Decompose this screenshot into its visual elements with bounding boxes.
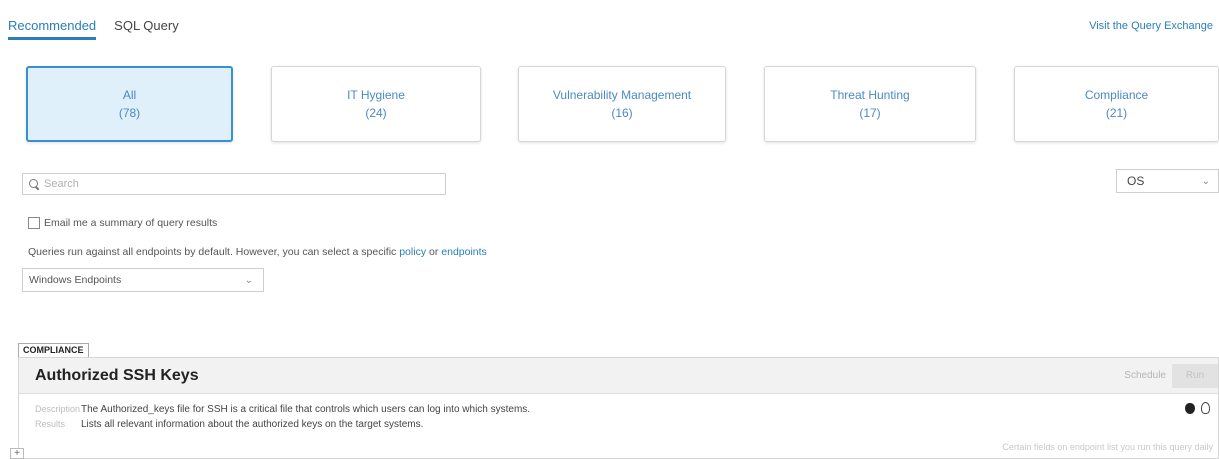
info-or: or [429,246,439,258]
endpoint-select-value: Windows Endpoints [29,274,122,286]
policy-link[interactable]: policy [399,246,426,258]
chevron-down-icon: ⌄ [244,274,253,286]
query-category-badge: COMPLIANCE [18,343,89,357]
platform-icons [1185,402,1210,414]
category-name: Vulnerability Management [552,88,692,102]
results-text: Lists all relevant information about the… [81,419,424,430]
category-count: (78) [118,106,141,120]
tab-sql-query[interactable]: SQL Query [114,18,179,40]
query-card-body: Description The Authorized_keys file for… [19,394,1218,440]
description-text: The Authorized_keys file for SSH is a cr… [81,404,531,415]
linux-icon [1201,402,1210,414]
query-title: Authorized SSH Keys [35,366,199,384]
query-card-header: Authorized SSH Keys Schedule Run [19,358,1218,394]
category-card-vulnerability-management[interactable]: Vulnerability Management (16) [518,66,726,142]
category-count: (21) [1105,106,1128,120]
query-actions: Schedule Run [1124,358,1218,393]
email-summary-row: Email me a summary of query results [28,217,217,229]
tab-recommended[interactable]: Recommended [8,18,97,40]
schedule-button[interactable]: Schedule [1124,370,1166,381]
category-count: (16) [611,106,633,120]
endpoints-link[interactable]: endpoints [441,246,487,258]
search-icon [29,178,40,190]
add-button[interactable]: + [10,448,24,459]
category-card-all[interactable]: All (78) [26,66,233,142]
results-row: Results Lists all relevant information a… [35,417,1202,432]
category-name: Compliance [1084,88,1149,102]
category-name: IT Hygiene [347,88,405,102]
os-filter-value: OS [1127,174,1145,188]
category-card-compliance[interactable]: Compliance (21) [1014,66,1219,142]
query-tabs: Recommended SQL Query [8,18,179,40]
category-count: (24) [365,106,387,120]
category-count: (17) [859,106,881,120]
query-exchange-link[interactable]: Visit the Query Exchange [1089,20,1213,32]
category-name: Threat Hunting [830,88,910,102]
footer-note: Certain fields on endpoint list you run … [1002,442,1213,452]
os-filter-select[interactable]: OS ⌄ [1116,169,1219,193]
endpoint-info-text: Queries run against all endpoints by def… [28,246,487,258]
description-label: Description [35,404,81,414]
run-button[interactable]: Run [1172,363,1218,388]
chevron-down-icon: ⌄ [1201,175,1210,187]
endpoint-select[interactable]: Windows Endpoints ⌄ [22,268,264,292]
results-label: Results [35,419,66,429]
email-summary-label: Email me a summary of query results [44,217,218,229]
category-card-it-hygiene[interactable]: IT Hygiene (24) [271,66,481,142]
search-box [22,173,446,195]
search-input[interactable] [44,178,424,190]
info-text: Queries run against all endpoints by def… [28,246,397,258]
email-summary-checkbox[interactable] [28,217,40,229]
apple-icon [1185,402,1195,414]
description-row: Description The Authorized_keys file for… [35,402,1202,417]
category-card-threat-hunting[interactable]: Threat Hunting (17) [764,66,976,142]
category-name: All [122,88,137,102]
